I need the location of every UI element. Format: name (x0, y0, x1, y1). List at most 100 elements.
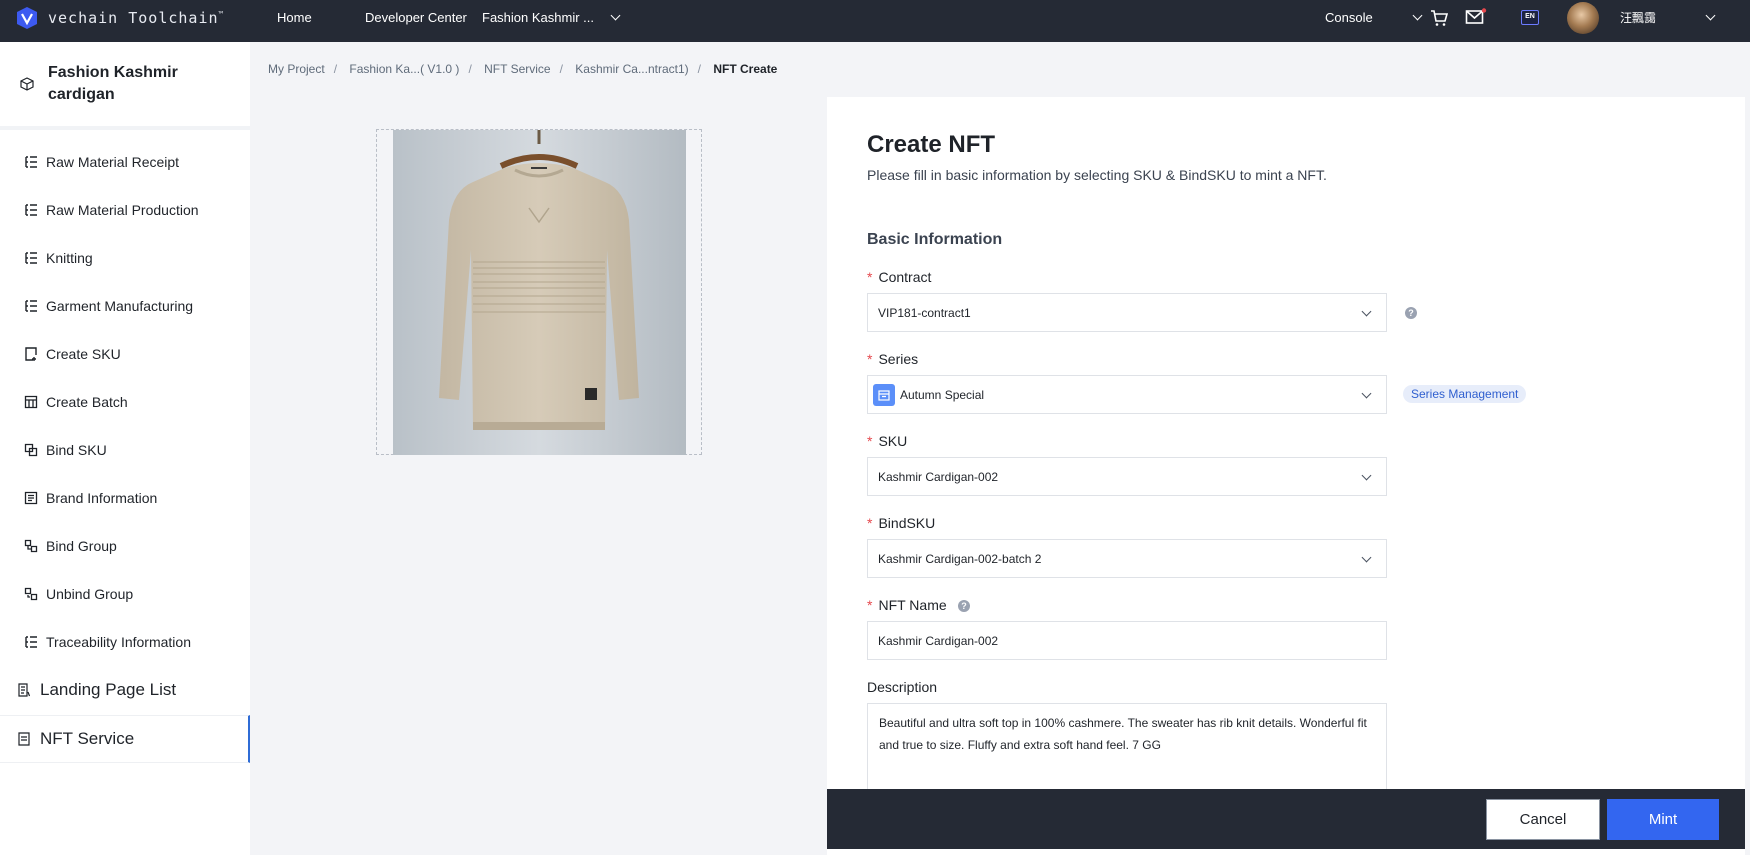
list-steps-icon (25, 636, 37, 648)
bindsku-select[interactable]: Kashmir Cardigan-002-batch 2 (867, 539, 1387, 578)
nav-developer-center[interactable]: Developer Center (365, 0, 467, 42)
page-list-icon (18, 683, 30, 697)
breadcrumb-item[interactable]: My Project (268, 62, 325, 76)
contract-label: * Contract (867, 269, 932, 285)
sidebar-item-unbind-group[interactable]: Unbind Group (0, 570, 250, 618)
contract-value: VIP181-contract1 (878, 305, 971, 320)
series-select[interactable]: Autumn Special (867, 375, 1387, 414)
chevron-down-icon (1361, 552, 1372, 563)
sidebar-item-create-sku[interactable]: Create SKU (0, 330, 250, 378)
help-icon[interactable]: ? (1405, 307, 1417, 319)
sidebar-section-landing-page-list[interactable]: Landing Page List (0, 666, 250, 714)
cancel-button[interactable]: Cancel (1486, 799, 1600, 840)
nav-project-label: Fashion Kashmir ... (482, 10, 594, 25)
sidebar-project-header: Fashion Kashmir cardigan (0, 42, 250, 130)
sidebar-item-knitting[interactable]: Knitting (0, 234, 250, 282)
sidebar-item-bind-sku[interactable]: Bind SKU (0, 426, 250, 474)
required-mark: * (867, 351, 873, 367)
chevron-down-icon (610, 10, 621, 21)
project-title: Fashion Kashmir cardigan (48, 64, 178, 103)
nft-name-value: Kashmir Cardigan-002 (878, 633, 999, 648)
bindsku-value: Kashmir Cardigan-002-batch 2 (878, 551, 1042, 566)
group-unlink-icon (24, 587, 38, 601)
sidebar-item-label: Garment Manufacturing (46, 298, 194, 314)
sku-select[interactable]: Kashmir Cardigan-002 (867, 457, 1387, 496)
description-label: Description (867, 679, 938, 695)
sidebar-item-raw-material-production[interactable]: Raw Material Production (0, 186, 250, 234)
required-mark: * (867, 269, 873, 285)
nav-console-dropdown[interactable]: Console (1325, 0, 1423, 42)
required-mark: * (867, 433, 873, 449)
chevron-down-icon (1412, 10, 1423, 21)
sidebar-item-label: Traceability Information (46, 634, 191, 650)
top-navigation-bar: vechain Toolchain™ Home Developer Center… (0, 0, 1750, 42)
nft-name-label: * NFT Name (867, 597, 947, 613)
add-document-icon (25, 347, 37, 361)
sidebar-item-bind-group[interactable]: Bind Group (0, 522, 250, 570)
breadcrumb-separator: / (333, 62, 338, 76)
sidebar-item-label: Brand Information (46, 490, 158, 506)
language-switch-icon[interactable]: EN (1521, 10, 1539, 25)
vechain-logo-icon (17, 7, 37, 29)
sidebar: Fashion Kashmir cardigan Raw Material Re… (0, 42, 250, 855)
required-mark: * (867, 597, 873, 613)
breadcrumb-separator: / (697, 62, 701, 76)
cart-icon[interactable] (1429, 8, 1449, 28)
page-subtitle: Please fill in basic information by sele… (867, 167, 1327, 183)
sku-value: Kashmir Cardigan-002 (878, 469, 999, 484)
breadcrumb-item[interactable]: NFT Service (484, 62, 550, 76)
user-name-label: 汪飄靄 (1620, 11, 1657, 25)
description-textarea[interactable]: Beautiful and ultra soft top in 100% cas… (867, 703, 1387, 803)
sidebar-item-create-batch[interactable]: Create Batch (0, 378, 250, 426)
sidebar-item-label: Bind Group (46, 538, 117, 554)
nft-name-input[interactable]: Kashmir Cardigan-002 (867, 621, 1387, 660)
cube-icon (20, 77, 34, 91)
sidebar-item-raw-material-receipt[interactable]: Raw Material Receipt (0, 138, 250, 186)
breadcrumb-separator: / (559, 62, 563, 76)
mail-icon[interactable] (1465, 8, 1487, 26)
user-name-dropdown[interactable]: 汪飄靄 (1620, 0, 1716, 36)
breadcrumb-item[interactable]: Fashion Ka...( V1.0 ) (349, 62, 459, 76)
nav-home[interactable]: Home (277, 0, 312, 42)
avatar[interactable] (1567, 2, 1599, 34)
sku-label: * SKU (867, 433, 908, 449)
breadcrumb-item[interactable]: Kashmir Ca...ntract1) (575, 62, 688, 76)
nav-project-dropdown[interactable]: Fashion Kashmir ... (482, 0, 621, 42)
help-icon[interactable]: ? (958, 600, 970, 612)
contract-select[interactable]: VIP181-contract1 (867, 293, 1387, 332)
nft-image-upload[interactable] (376, 129, 702, 455)
sidebar-item-label: Raw Material Receipt (46, 154, 180, 170)
bind-icon (24, 443, 38, 457)
list-steps-icon (25, 300, 37, 312)
series-management-link[interactable]: Series Management (1403, 385, 1527, 403)
create-nft-form-panel: Create NFT Please fill in basic informat… (827, 97, 1745, 855)
logo-text: vechain Toolchain™ (48, 9, 225, 27)
mint-button[interactable]: Mint (1607, 799, 1719, 840)
sidebar-item-label: Create Batch (46, 394, 128, 410)
bindsku-label: * BindSKU (867, 515, 936, 531)
nft-document-icon (18, 732, 30, 746)
sidebar-item-label: Create SKU (46, 346, 121, 362)
list-steps-icon (25, 156, 37, 168)
breadcrumb-current: NFT Create (713, 62, 778, 76)
sidebar-item-brand-information[interactable]: Brand Information (0, 474, 250, 522)
sidebar-item-label: Bind SKU (46, 442, 107, 458)
batch-grid-icon (24, 395, 38, 409)
list-steps-icon (25, 204, 37, 216)
series-value: Autumn Special (900, 387, 985, 402)
required-mark: * (867, 515, 873, 531)
breadcrumb: My Project / Fashion Ka...( V1.0 ) / NFT S… (268, 62, 777, 76)
sidebar-item-label: Raw Material Production (46, 202, 199, 218)
sidebar-section-label: Landing Page List (40, 680, 177, 699)
sidebar-item-traceability-information[interactable]: Traceability Information (0, 618, 250, 666)
chevron-down-icon (1361, 306, 1372, 317)
breadcrumb-separator: / (468, 62, 472, 76)
sidebar-item-garment-manufacturing[interactable]: Garment Manufacturing (0, 282, 250, 330)
series-icon (873, 383, 895, 406)
vechain-logo[interactable]: vechain Toolchain™ (16, 6, 224, 30)
group-link-icon (24, 539, 38, 553)
section-title-basic-information: Basic Information (867, 231, 1003, 248)
sidebar-section-nft-service[interactable]: NFT Service (0, 715, 250, 763)
sidebar-item-label: Unbind Group (46, 586, 134, 602)
form-footer-bar: Cancel Mint (827, 789, 1745, 849)
